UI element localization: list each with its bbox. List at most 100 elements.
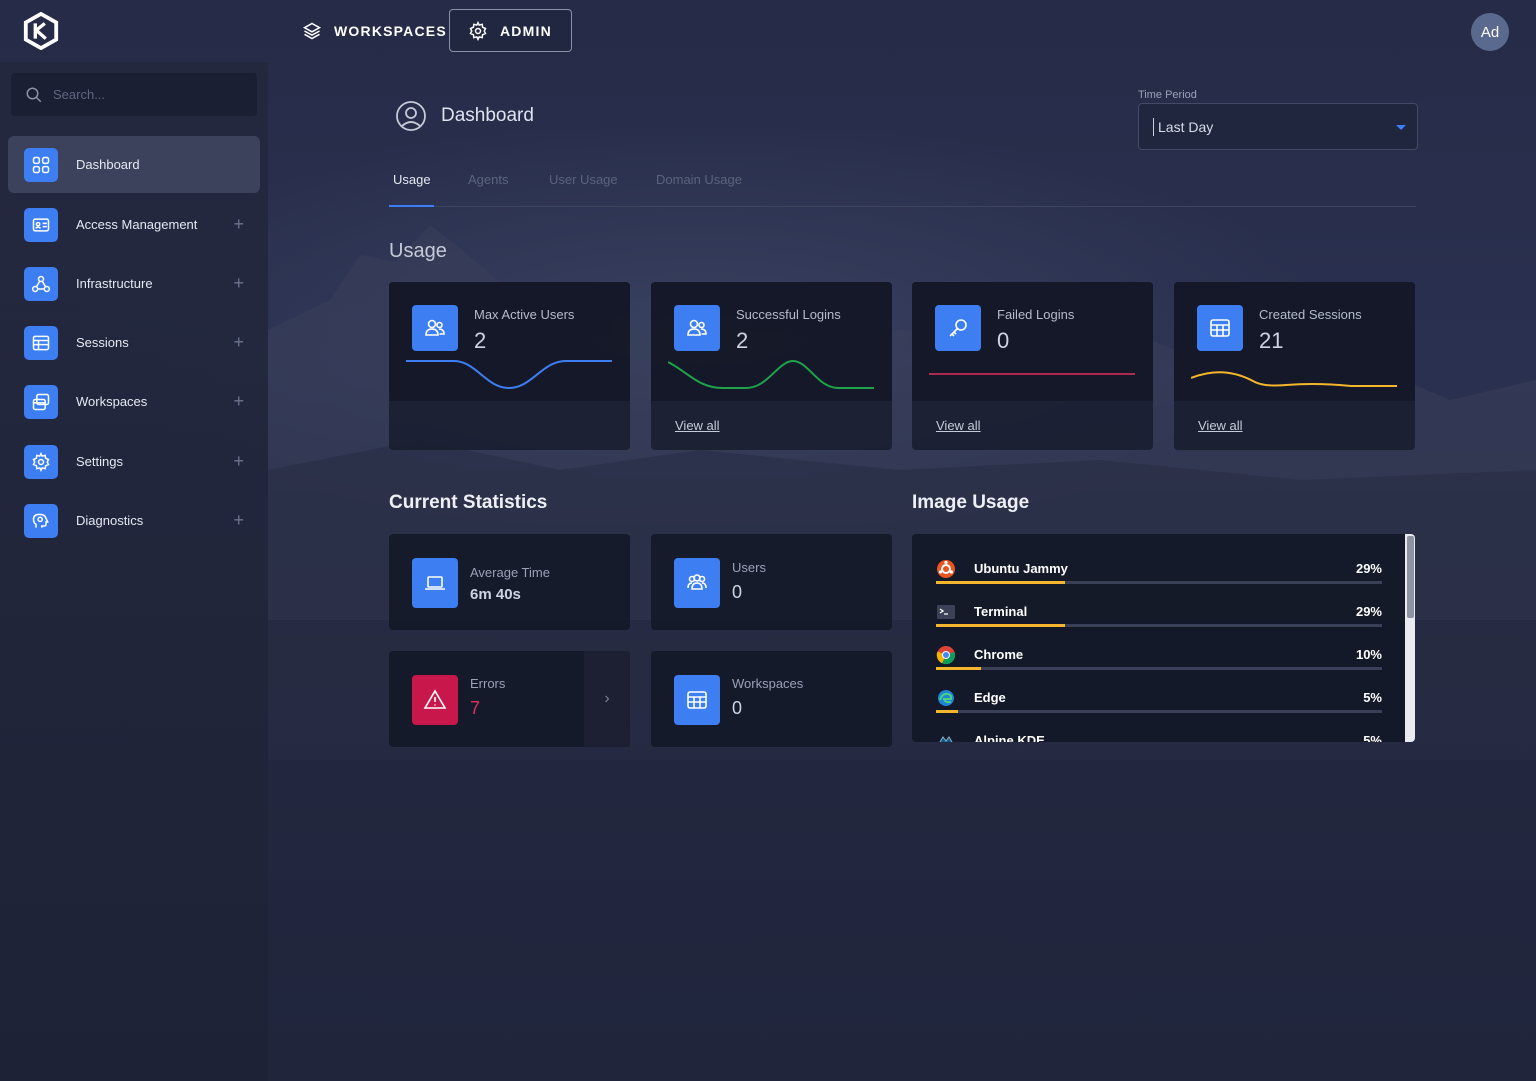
admin-nav-label: ADMIN (500, 22, 552, 39)
tab-domain-usage[interactable]: Domain Usage (656, 172, 742, 187)
user-avatar[interactable]: Ad (1471, 13, 1509, 51)
sidebar-item-label: Settings (76, 454, 123, 469)
sidebar-item-access-management[interactable]: Access Management + (8, 196, 260, 253)
network-icon (24, 266, 58, 301)
expand-plus-icon[interactable]: + (233, 332, 244, 353)
image-row-edge: Edge 5% (936, 685, 1382, 728)
stat-users: Users 0 (651, 534, 892, 630)
sidebar-item-workspaces[interactable]: Workspaces + (8, 373, 260, 430)
card-label: Max Active Users (474, 307, 575, 322)
text-cursor (1153, 117, 1154, 136)
image-name: Chrome (974, 647, 1024, 662)
image-row-terminal: Terminal 29% (936, 599, 1382, 642)
layers-icon (302, 22, 322, 39)
view-all-link[interactable]: View all (675, 418, 720, 433)
time-period-value: Last Day (1158, 118, 1214, 135)
image-row-ubuntu-jammy: Ubuntu Jammy 29% (936, 556, 1382, 599)
chrome-icon (936, 646, 956, 665)
grid-icon (24, 147, 58, 182)
view-all-link[interactable]: View all (936, 418, 981, 433)
sidebar-item-label: Sessions (76, 335, 129, 350)
sidebar-item-dashboard[interactable]: Dashboard (8, 136, 260, 193)
stat-label: Workspaces (732, 676, 804, 691)
top-bar: WORKSPACES ADMIN Ad (0, 0, 1536, 62)
image-list-scrollbar[interactable] (1405, 534, 1415, 742)
tab-usage[interactable]: Usage (393, 172, 431, 187)
usage-bar-fill (936, 624, 1066, 627)
image-usage-list[interactable]: Ubuntu Jammy 29% Terminal 29% Chrome 10% (912, 534, 1415, 742)
usage-card-created-sessions: Created Sessions 21 View all (1174, 282, 1415, 450)
admin-nav-button[interactable]: ADMIN (449, 9, 572, 52)
users-icon (412, 305, 458, 351)
ubuntu-icon (937, 560, 955, 578)
stat-label: Average Time (470, 565, 550, 580)
usage-bar-track (936, 581, 1382, 584)
expand-plus-icon[interactable]: + (233, 391, 244, 412)
stat-label: Errors (470, 676, 506, 691)
expand-plus-icon[interactable]: + (233, 510, 244, 531)
key-icon (935, 305, 981, 351)
sidebar-item-diagnostics[interactable]: Diagnostics + (8, 492, 260, 549)
expand-plus-icon[interactable]: + (233, 273, 244, 294)
usage-card-failed-logins: Failed Logins 0 View all (912, 282, 1153, 450)
page-title: Dashboard (441, 105, 534, 126)
kasm-logo[interactable] (22, 12, 60, 50)
expand-plus-icon[interactable]: + (233, 451, 244, 472)
user-circle-icon (396, 101, 426, 131)
chevron-down-icon (1396, 125, 1406, 130)
usage-bar-fill (936, 710, 959, 713)
table-icon (24, 325, 58, 360)
workspaces-nav-button[interactable]: WORKSPACES (284, 9, 465, 52)
windows-icon (24, 384, 58, 419)
tab-bar: Usage Agents User Usage Domain Usage (389, 158, 1416, 207)
time-period-select[interactable]: Time Period Last Day (1138, 89, 1418, 150)
tab-agents[interactable]: Agents (468, 172, 508, 187)
scrollbar-thumb[interactable] (1407, 536, 1414, 618)
chevron-right-icon[interactable]: › (584, 651, 630, 747)
time-period-dropdown[interactable]: Last Day (1138, 103, 1418, 150)
view-all-link[interactable]: View all (1198, 418, 1243, 433)
image-name: Ubuntu Jammy (974, 561, 1068, 576)
sidebar-item-infrastructure[interactable]: Infrastructure + (8, 255, 260, 312)
usage-bar-track (936, 624, 1382, 627)
sidebar-item-label: Access Management (76, 217, 198, 232)
image-percent: 5% (1363, 733, 1382, 742)
usage-bar-track (936, 710, 1382, 713)
image-percent: 29% (1355, 604, 1382, 619)
sparkline-failed-logins (929, 373, 1135, 375)
stat-errors[interactable]: Errors 7 › (389, 651, 630, 747)
sidebar-item-label: Dashboard (76, 157, 140, 172)
sidebar-item-settings[interactable]: Settings + (8, 433, 260, 490)
usage-card-max-active-users: Max Active Users 2 (389, 282, 630, 450)
time-period-label: Time Period (1138, 89, 1197, 101)
image-row-alpine-kde: Alpine KDE 5% (936, 728, 1382, 742)
table-icon (674, 675, 720, 725)
card-label: Successful Logins (736, 307, 841, 322)
image-usage-title: Image Usage (912, 492, 1030, 513)
active-tab-indicator (389, 205, 434, 207)
search-icon (26, 87, 42, 102)
expand-plus-icon[interactable]: + (233, 214, 244, 235)
search-input[interactable] (53, 87, 243, 102)
usage-bar-track (936, 667, 1382, 670)
sidebar: Dashboard Access Management + Infrastruc… (0, 62, 268, 1081)
sidebar-item-label: Diagnostics (76, 513, 144, 528)
sidebar-item-sessions[interactable]: Sessions + (8, 314, 260, 371)
image-percent: 10% (1355, 647, 1382, 662)
usage-bar-fill (936, 581, 1066, 584)
usage-section-title: Usage (389, 240, 447, 262)
stat-value: 0 (732, 582, 743, 602)
table-icon (1197, 305, 1243, 351)
card-label: Created Sessions (1259, 307, 1362, 322)
image-name: Terminal (974, 604, 1028, 619)
sparkline-created-sessions (1191, 371, 1397, 387)
image-name: Edge (974, 690, 1006, 705)
laptop-icon (412, 558, 458, 608)
usage-bar-fill (936, 667, 981, 670)
tab-user-usage[interactable]: User Usage (549, 172, 618, 187)
card-label: Failed Logins (997, 307, 1075, 322)
workspaces-nav-label: WORKSPACES (334, 22, 447, 39)
sparkline-successful-logins (668, 359, 874, 389)
page-header: Dashboard (395, 100, 534, 132)
image-name: Alpine KDE (974, 733, 1045, 742)
